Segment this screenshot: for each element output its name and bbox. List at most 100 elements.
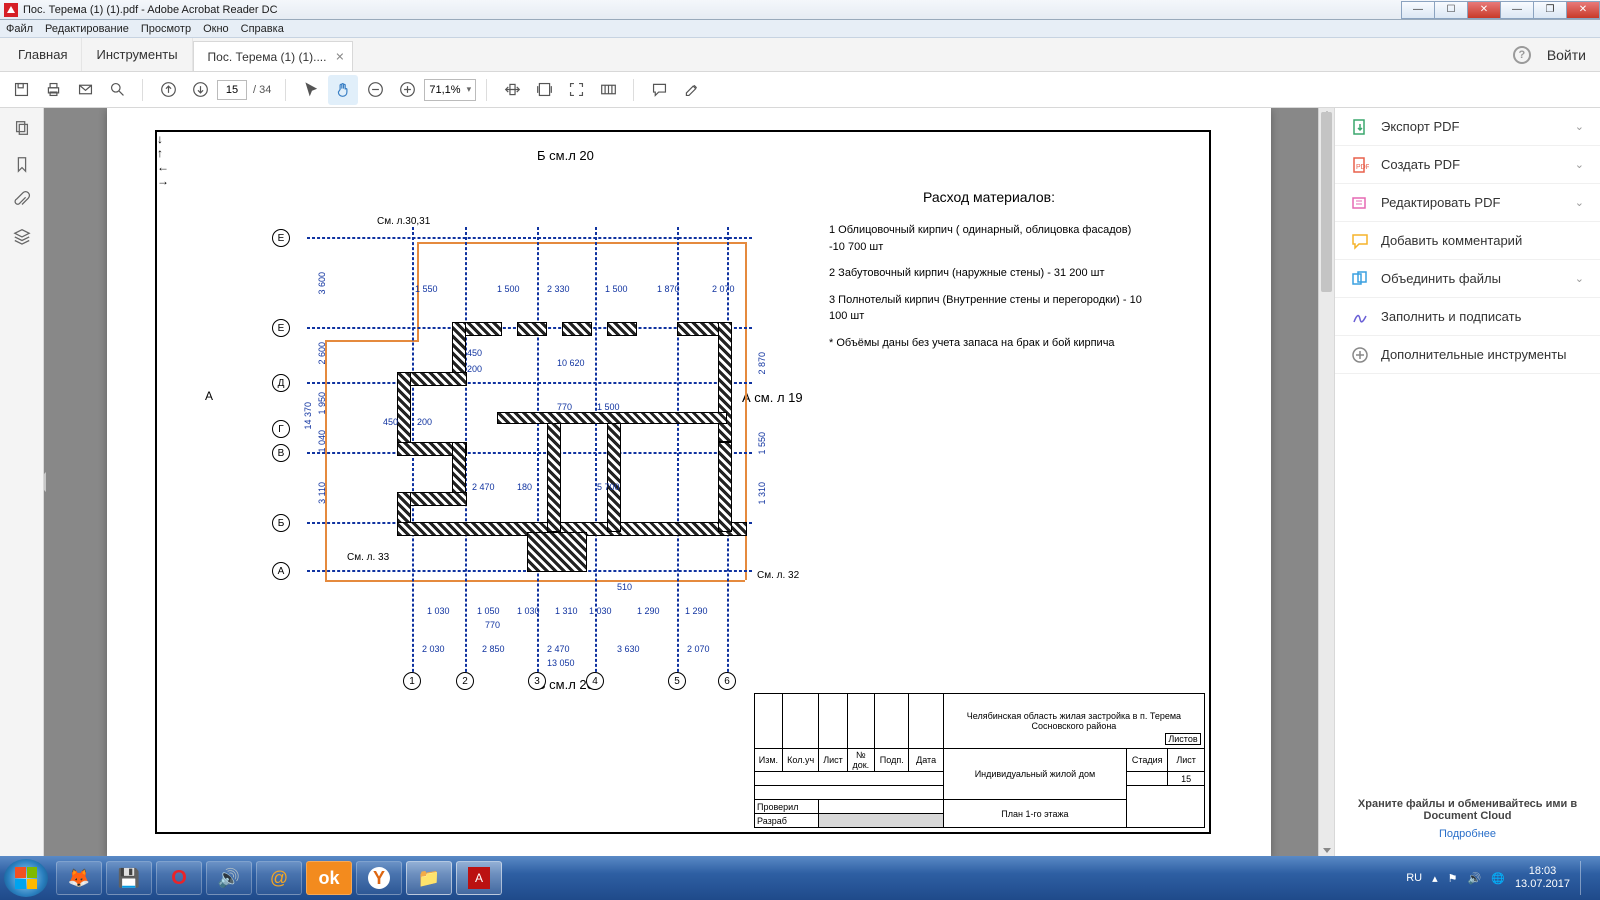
- search-icon[interactable]: [102, 75, 132, 105]
- taskbar-acrobat[interactable]: A: [456, 861, 502, 895]
- menu-help[interactable]: Справка: [241, 23, 284, 35]
- menu-view[interactable]: Просмотр: [141, 23, 191, 35]
- zoom-select[interactable]: 71,1%: [424, 79, 476, 101]
- document-area[interactable]: Б см.л 20 ↓ ↑ Б см.л 20 А см. л 19 ← → А…: [44, 108, 1334, 856]
- menu-file[interactable]: Файл: [6, 23, 33, 35]
- axis-A: А: [272, 562, 290, 580]
- tool-edit-pdf[interactable]: Редактировать PDF⌄: [1335, 184, 1600, 222]
- export-pdf-icon: [1351, 118, 1369, 136]
- fullscreen-icon[interactable]: [561, 75, 591, 105]
- axis-4: 4: [586, 672, 604, 690]
- tray-flag-icon[interactable]: ⚑: [1448, 872, 1458, 885]
- menu-window[interactable]: Окно: [203, 23, 229, 35]
- fit-page-icon[interactable]: [529, 75, 559, 105]
- axis-2: 2: [456, 672, 474, 690]
- tool-combine[interactable]: Объединить файлы⌄: [1335, 260, 1600, 298]
- vertical-scrollbar[interactable]: [1318, 108, 1334, 856]
- ref-33: См. л. 33: [347, 552, 389, 563]
- menu-edit[interactable]: Редактирование: [45, 23, 129, 35]
- taskbar-opera[interactable]: O: [156, 861, 202, 895]
- stamp-plan-title: План 1-го этажа: [943, 800, 1126, 828]
- axis-G: Г: [272, 420, 290, 438]
- close-tab-icon[interactable]: ✕: [335, 50, 344, 63]
- taskbar-yandex[interactable]: Y: [356, 861, 402, 895]
- axis-V: В: [272, 444, 290, 462]
- bookmarks-icon[interactable]: [12, 154, 32, 174]
- tab-tools[interactable]: Инструменты: [82, 38, 192, 71]
- material-1: 1 Облицовочный кирпич ( одинарный, облиц…: [829, 222, 1149, 255]
- show-desktop[interactable]: [1580, 861, 1590, 895]
- help-icon[interactable]: ?: [1513, 46, 1531, 64]
- signin-link[interactable]: Войти: [1547, 47, 1586, 63]
- comment-icon[interactable]: [644, 75, 674, 105]
- drawing-frame: Б см.л 20 ↓ ↑ Б см.л 20 А см. л 19 ← → А…: [155, 130, 1211, 834]
- tray-lang[interactable]: RU: [1406, 872, 1422, 884]
- axis-D: Д: [272, 374, 290, 392]
- pdf-page: Б см.л 20 ↓ ↑ Б см.л 20 А см. л 19 ← → А…: [107, 108, 1271, 856]
- edit-pdf-icon: [1351, 194, 1369, 212]
- window-titlebar: Пос. Терема (1) (1).pdf - Adobe Acrobat …: [0, 0, 1600, 20]
- highlight-icon[interactable]: [676, 75, 706, 105]
- learn-more-link[interactable]: Подробнее: [1345, 828, 1590, 840]
- close-button[interactable]: ✕: [1566, 1, 1600, 19]
- page-up-icon[interactable]: [153, 75, 183, 105]
- ref-32: См. л. 32: [757, 570, 799, 581]
- comment-tool-icon: [1351, 232, 1369, 250]
- tool-fill-sign[interactable]: Заполнить и подписать: [1335, 298, 1600, 336]
- taskbar-mail[interactable]: @: [256, 861, 302, 895]
- system-tray: RU ▴ ⚑ 🔊 🌐 18:0313.07.2017: [1406, 861, 1596, 895]
- close-inner-button[interactable]: ✕: [1467, 1, 1501, 19]
- taskbar-explorer[interactable]: 📁: [406, 861, 452, 895]
- tool-export-pdf[interactable]: Экспорт PDF⌄: [1335, 108, 1600, 146]
- print-icon[interactable]: [38, 75, 68, 105]
- page-down-icon[interactable]: [185, 75, 215, 105]
- email-icon[interactable]: [70, 75, 100, 105]
- axis-3: 3: [528, 672, 546, 690]
- drawing-stamp: Челябинская область жилая застройка в п.…: [754, 693, 1205, 828]
- restore-button[interactable]: ❐: [1533, 1, 1567, 19]
- nav-pane-rail: [0, 108, 44, 856]
- fit-width-icon[interactable]: [497, 75, 527, 105]
- taskbar-media[interactable]: 🔊: [206, 861, 252, 895]
- tray-volume-icon[interactable]: 🔊: [1468, 872, 1482, 885]
- page-input[interactable]: [217, 80, 247, 100]
- material-2: 2 Забутовочный кирпич (наружные стены) -…: [829, 265, 1149, 282]
- combine-icon: [1351, 270, 1369, 288]
- tray-network-icon[interactable]: 🌐: [1491, 872, 1505, 885]
- plus-icon: [1351, 346, 1369, 364]
- tool-create-pdf[interactable]: PDFСоздать PDF⌄: [1335, 146, 1600, 184]
- start-button[interactable]: [4, 859, 48, 897]
- floor-plan: См. л.30,31 См. л. 33 См. л. 32: [217, 172, 857, 712]
- taskbar-save[interactable]: 💾: [106, 861, 152, 895]
- tab-home[interactable]: Главная: [4, 38, 82, 71]
- axis-B: Б: [272, 514, 290, 532]
- minimize2-button[interactable]: —: [1500, 1, 1534, 19]
- prev-page-arrow[interactable]: [44, 472, 46, 492]
- select-icon[interactable]: [296, 75, 326, 105]
- page-total: / 34: [249, 84, 275, 96]
- section-top-label: Б см.л 20: [537, 148, 594, 163]
- zoom-in-icon[interactable]: [392, 75, 422, 105]
- read-mode-icon[interactable]: [593, 75, 623, 105]
- tray-clock[interactable]: 18:0313.07.2017: [1515, 865, 1570, 891]
- thumbnails-icon[interactable]: [12, 118, 32, 138]
- hand-icon[interactable]: [328, 75, 358, 105]
- maximize-button[interactable]: ☐: [1434, 1, 1468, 19]
- layers-icon[interactable]: [12, 226, 32, 246]
- axis-E1: Е: [272, 229, 290, 247]
- attachments-icon[interactable]: [12, 190, 32, 210]
- zoom-out-icon[interactable]: [360, 75, 390, 105]
- save-icon[interactable]: [6, 75, 36, 105]
- tab-document[interactable]: Пос. Терема (1) (1)....✕: [193, 41, 354, 71]
- tool-comment[interactable]: Добавить комментарий: [1335, 222, 1600, 260]
- taskbar-ok[interactable]: ok: [306, 861, 352, 895]
- taskbar-firefox[interactable]: 🦊: [56, 861, 102, 895]
- tray-arrow-icon[interactable]: ▴: [1432, 872, 1438, 885]
- tool-more[interactable]: Дополнительные инструменты: [1335, 336, 1600, 374]
- toolbar: / 34 71,1%: [0, 72, 1600, 108]
- minimize-button[interactable]: —: [1401, 1, 1435, 19]
- scrollbar-thumb[interactable]: [1321, 112, 1332, 292]
- materials-box: Расход материалов: 1 Облицовочный кирпич…: [829, 187, 1149, 351]
- materials-heading: Расход материалов:: [829, 187, 1149, 208]
- tools-pane: Экспорт PDF⌄ PDFСоздать PDF⌄ Редактирова…: [1334, 108, 1600, 856]
